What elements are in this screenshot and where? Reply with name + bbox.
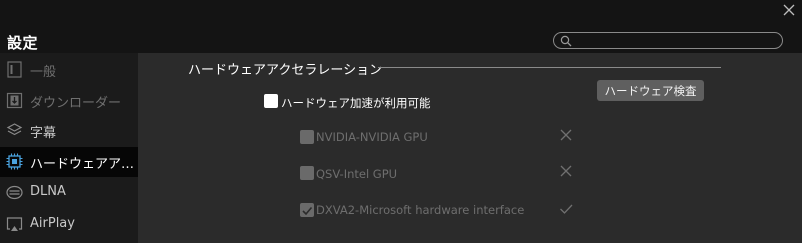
checkmark-icon [302, 206, 313, 216]
search-input[interactable] [576, 34, 776, 47]
nvidia-checkbox[interactable] [300, 130, 314, 144]
settings-sidebar: 一般 ダウンローダー 字幕 ハードウェアア… DLNA AirPlay [0, 53, 138, 243]
window-title: 設定 [7, 34, 39, 52]
dxva2-label: DXVA2-Microsoft hardware interface [316, 203, 525, 217]
sidebar-item-label: ダウンローダー [30, 96, 122, 111]
sidebar-item-general[interactable]: 一般 [0, 55, 138, 85]
dlna-icon [6, 185, 23, 200]
sidebar-item-downloader[interactable]: ダウンローダー [0, 86, 138, 116]
sidebar-item-label: 一般 [30, 65, 57, 80]
qsv-checkbox[interactable] [300, 166, 314, 180]
chip-icon [6, 153, 23, 170]
sidebar-item-label: 字幕 [30, 126, 57, 141]
sidebar-item-subtitles[interactable]: 字幕 [0, 116, 138, 146]
sidebar-item-dlna[interactable]: DLNA [0, 178, 138, 208]
close-icon [783, 4, 795, 16]
qsv-label: QSV-Intel GPU [316, 167, 398, 181]
hardware-check-button[interactable]: ハードウェア検査 [597, 80, 704, 101]
sidebar-item-label: AirPlay [30, 216, 75, 231]
sidebar-item-label: DLNA [30, 184, 66, 199]
airplay-icon [6, 217, 23, 231]
cross-icon [560, 165, 572, 177]
sidebar-item-airplay[interactable]: AirPlay [0, 210, 138, 240]
dxva2-checkbox[interactable] [300, 203, 314, 217]
sidebar-item-label: ハードウェアア… [30, 157, 135, 172]
general-icon [7, 61, 22, 78]
close-button[interactable] [780, 2, 798, 20]
section-title: ハードウェアアクセラレーション [188, 63, 383, 78]
check-icon [560, 204, 573, 214]
subtitles-icon [6, 123, 23, 136]
downloader-icon [6, 92, 23, 109]
section-divider [378, 67, 721, 68]
search-icon [560, 35, 572, 47]
nvidia-label: NVIDIA-NVIDIA GPU [316, 130, 428, 144]
hw-accel-label: ハードウェア加速が利用可能 [281, 96, 431, 110]
search-box[interactable] [553, 32, 783, 49]
sidebar-item-hardware-acceleration[interactable]: ハードウェアア… [0, 147, 138, 177]
settings-content: ハードウェアアクセラレーション ハードウェア検査 ハードウェア加速が利用可能 N… [138, 53, 802, 243]
hw-accel-checkbox[interactable] [264, 94, 278, 108]
cross-icon [560, 129, 572, 141]
